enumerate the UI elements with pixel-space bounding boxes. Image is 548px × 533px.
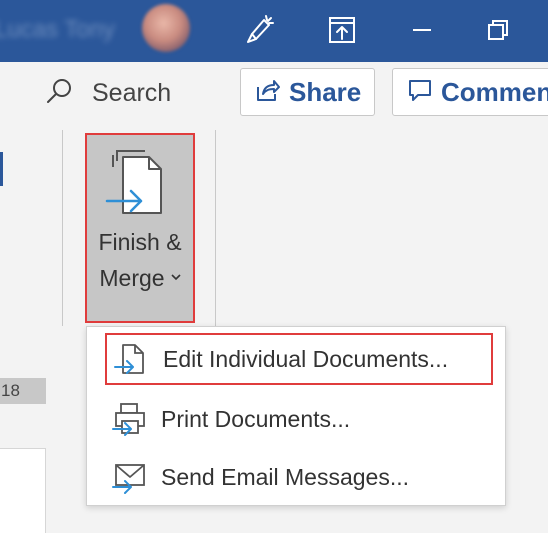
avatar[interactable] bbox=[142, 4, 190, 52]
comments-button[interactable]: Comments bbox=[392, 68, 548, 116]
menu-item-print-documents[interactable]: Print Documents... bbox=[105, 393, 493, 445]
finish-merge-label-line1: Finish & bbox=[98, 229, 182, 255]
share-button[interactable]: Share bbox=[240, 68, 375, 116]
document-page bbox=[0, 448, 46, 533]
group-divider bbox=[215, 130, 216, 326]
ribbon-tab-row: Search Share Comments bbox=[0, 62, 548, 124]
share-icon bbox=[255, 77, 281, 108]
menu-item-label: Send Email Messages... bbox=[161, 463, 410, 490]
finish-merge-icon bbox=[105, 145, 175, 230]
finish-merge-label-line2: Merge bbox=[87, 261, 193, 292]
finish-merge-label: Merge bbox=[99, 265, 165, 291]
search-box[interactable]: Search bbox=[44, 76, 171, 110]
share-label: Share bbox=[289, 76, 362, 107]
title-bar: Lucas Tony bbox=[0, 0, 548, 62]
chevron-down-icon bbox=[171, 261, 181, 281]
edit-documents-icon bbox=[113, 341, 149, 377]
menu-item-label: Edit Individual Documents... bbox=[163, 345, 449, 372]
minimize-icon[interactable] bbox=[402, 10, 442, 50]
comments-label: Comments bbox=[441, 76, 548, 107]
finish-merge-button[interactable]: Finish & Merge bbox=[85, 133, 195, 323]
ruler-number: 18 bbox=[0, 378, 46, 404]
restore-icon[interactable] bbox=[478, 10, 518, 50]
finish-merge-menu: Edit Individual Documents... Print Docum… bbox=[86, 326, 506, 506]
upload-icon[interactable] bbox=[322, 10, 362, 50]
user-name: Lucas Tony bbox=[0, 16, 115, 43]
search-label: Search bbox=[92, 78, 172, 107]
group-divider bbox=[62, 130, 63, 326]
menu-item-label: Print Documents... bbox=[161, 405, 351, 432]
pen-icon[interactable] bbox=[240, 10, 280, 50]
print-icon bbox=[111, 401, 147, 437]
ribbon-left-indicator bbox=[0, 152, 3, 186]
menu-item-edit-individual-documents[interactable]: Edit Individual Documents... bbox=[105, 333, 493, 385]
search-icon bbox=[44, 76, 74, 111]
menu-item-send-email-messages[interactable]: Send Email Messages... bbox=[105, 451, 493, 503]
email-icon bbox=[111, 459, 147, 495]
comment-icon bbox=[407, 77, 433, 108]
